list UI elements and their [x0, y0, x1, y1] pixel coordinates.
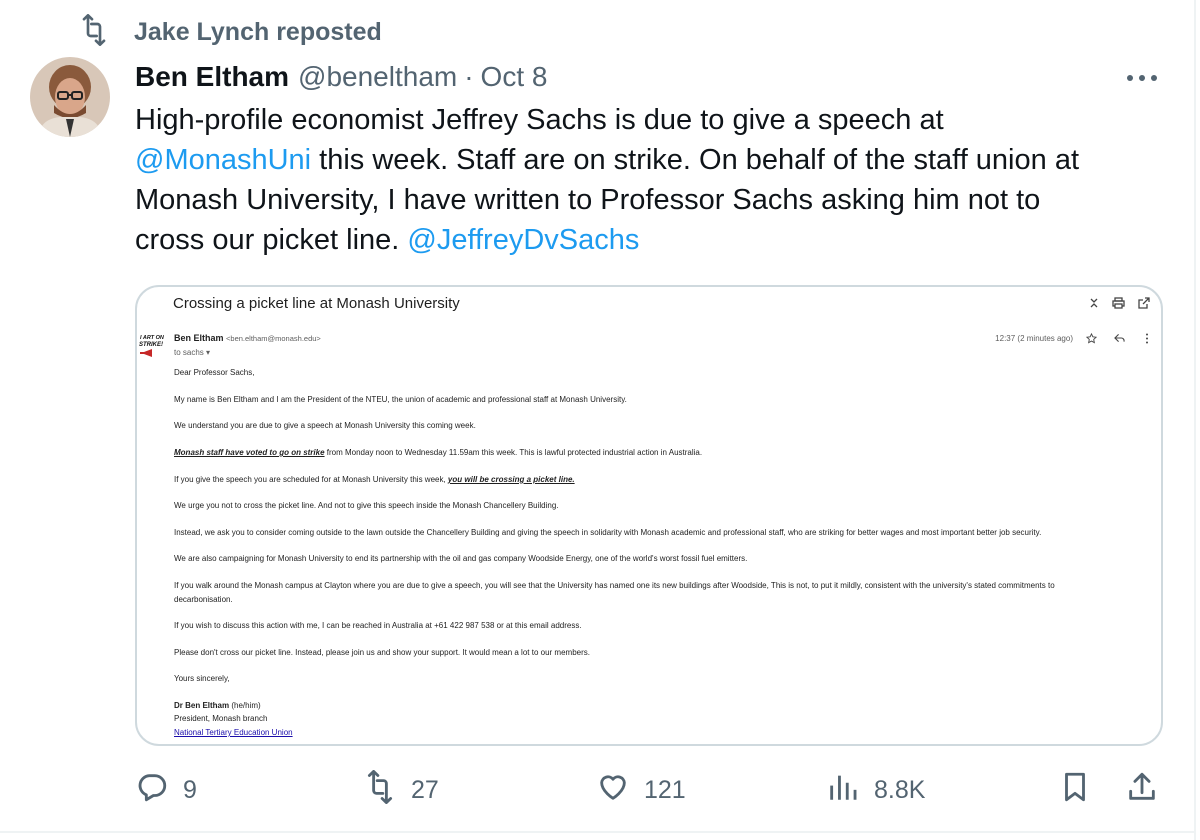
email-paragraph: If you wish to discuss this action with … [174, 621, 582, 630]
bookmark-button[interactable] [1058, 770, 1092, 810]
mention-link[interactable]: @MonashUni [135, 144, 311, 176]
email-paragraph: If you walk around the Monash campus at … [174, 581, 1055, 590]
star-icon [1085, 331, 1097, 345]
repost-button[interactable]: 27 [363, 769, 439, 811]
email-paragraph: We are also campaigning for Monash Unive… [174, 554, 748, 563]
tweet-text-span: cross our picket line. [135, 224, 408, 256]
email-emphasis: you will be crossing a picket line. [447, 475, 575, 484]
signature-name: Dr Ben Eltham [174, 701, 230, 710]
share-icon [1125, 770, 1159, 811]
like-count: 121 [644, 775, 686, 804]
reply-button[interactable]: 9 [135, 770, 197, 810]
reply-bubble-icon [135, 770, 169, 811]
email-paragraph: We urge you not to cross the picket line… [174, 501, 559, 510]
svg-text:STRIKE!: STRIKE! [139, 342, 163, 348]
email-subject: Crossing a picket line at Monash Univers… [173, 295, 460, 312]
tweet-text: High-profile economist Jeffrey Sachs is … [135, 100, 1175, 260]
email-actions [1085, 331, 1153, 345]
avatar[interactable] [30, 57, 110, 137]
more-icon [1126, 69, 1158, 87]
email-time: 12:37 (2 minutes ago) [995, 334, 1073, 343]
more-options-button[interactable] [1122, 66, 1162, 90]
tweet-text-span: this week. Staff are on strike. On behal… [311, 144, 1080, 176]
like-button[interactable]: 121 [596, 770, 686, 810]
email-text-span: from Monday noon to Wednesday 11.59am th… [324, 448, 703, 457]
email-paragraph: We understand you are due to give a spee… [174, 421, 476, 430]
email-paragraph: Monash staff have voted to go on strike … [174, 446, 1154, 460]
reply-count: 9 [183, 775, 197, 804]
kebab-icon [1141, 331, 1153, 345]
tweet-line: High-profile economist Jeffrey Sachs is … [135, 104, 944, 136]
email-recipient: to sachs ▾ [174, 348, 211, 357]
views-button[interactable]: 8.8K [826, 770, 925, 810]
share-button[interactable] [1125, 770, 1159, 810]
external-link-icon [1136, 295, 1151, 310]
tweet-line: Monash University, I have written to Pro… [135, 184, 1041, 216]
email-paragraph: Please don't cross our picket line. Inst… [174, 648, 590, 657]
repost-indicator[interactable]: Jake Lynch reposted [78, 13, 382, 51]
email-top-icons [1086, 295, 1151, 310]
print-icon [1111, 295, 1126, 310]
heart-icon [596, 770, 630, 811]
signature-name-line: Dr Ben Eltham (he/him) [174, 699, 1154, 713]
signature-title: President, Monash branch [174, 714, 268, 723]
card-right-border [1194, 0, 1196, 840]
author-handle[interactable]: @beneltham [298, 61, 457, 93]
sender-name: Ben Eltham [174, 333, 224, 343]
strike-logo: I ART ON STRIKE! [138, 330, 165, 360]
collapse-icon [1086, 295, 1101, 310]
email-sender: Ben Eltham <ben.eltham@monash.edu> [174, 333, 321, 343]
tweet-line: cross our picket line. @JeffreyDvSachs [135, 220, 1175, 260]
author-name[interactable]: Ben Eltham [135, 61, 289, 93]
bookmark-icon [1058, 770, 1092, 811]
email-salutation: Dear Professor Sachs, [174, 368, 255, 377]
email-text-span: If you give the speech you are scheduled… [174, 475, 448, 484]
svg-text:I ART ON: I ART ON [140, 335, 164, 341]
mention-link[interactable]: @JeffreyDvSachs [407, 224, 639, 256]
repost-label: Jake Lynch reposted [134, 17, 382, 46]
view-count: 8.8K [874, 775, 926, 804]
media-image[interactable]: Crossing a picket line at Monash Univers… [135, 285, 1163, 746]
email-paragraph: Instead, we ask you to consider coming o… [174, 528, 1042, 537]
sender-email: <ben.eltham@monash.edu> [226, 334, 321, 343]
reply-icon [1113, 331, 1125, 345]
email-emphasis: Monash staff have voted to go on strike [174, 448, 325, 457]
recipient-text: to sachs [174, 348, 204, 357]
email-paragraph: My name is Ben Eltham and I am the Presi… [174, 395, 627, 404]
repost-icon [363, 769, 397, 811]
views-icon [826, 770, 860, 811]
email-paragraph-continued: decarbonisation. [174, 595, 233, 604]
email-paragraph: If you give the speech you are scheduled… [174, 473, 1154, 487]
tweet-header: Ben Eltham @beneltham · Oct 8 [135, 58, 547, 96]
card-bottom-border [0, 831, 1196, 833]
tweet-date[interactable]: Oct 8 [481, 61, 548, 93]
signature-pronouns: (he/him) [229, 701, 261, 710]
repost-icon [78, 13, 110, 51]
email-closing: Yours sincerely, [174, 674, 230, 683]
signature-link[interactable]: National Tertiary Education Union [174, 726, 293, 740]
repost-count: 27 [411, 775, 439, 804]
tweet-actions: 9 27 121 8.8K [0, 769, 1196, 811]
tweet-line: @MonashUni this week. Staff are on strik… [135, 140, 1175, 180]
separator: · [464, 61, 474, 92]
